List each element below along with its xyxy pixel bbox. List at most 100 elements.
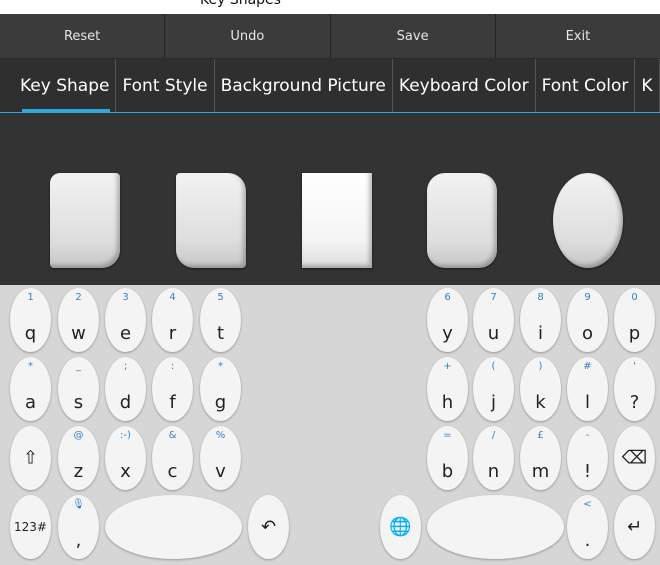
key-shape-preview-area — [0, 113, 660, 285]
exit-button[interactable]: Exit — [496, 14, 660, 58]
key-label: j — [490, 392, 496, 413]
key-q[interactable]: 1q — [10, 288, 51, 352]
tabs-bar: Key Shape Font Style Background Picture … — [0, 59, 660, 113]
key-label: ⌫ — [621, 447, 648, 469]
key-label: h — [441, 392, 454, 413]
key-hint: 5 — [217, 292, 224, 303]
tab-font-color[interactable]: Font Color — [536, 59, 636, 112]
key-z[interactable]: @ z — [58, 426, 99, 490]
key-h[interactable]: + h — [427, 357, 468, 421]
space-bar-left[interactable] — [105, 495, 242, 559]
key-label: ⇧ — [22, 447, 39, 469]
mic-icon: 🎙 — [72, 499, 85, 510]
key-b[interactable]: = b — [427, 426, 468, 490]
key-label: p — [628, 323, 641, 344]
undo-button[interactable]: Undo — [165, 14, 331, 58]
key-v[interactable]: % v — [200, 426, 241, 490]
key-⌫[interactable]: ⌫ — [614, 426, 655, 490]
globe-icon[interactable]: 🌐 — [380, 495, 421, 559]
key-hint: + — [443, 361, 452, 372]
key-shape-option-3[interactable] — [302, 173, 372, 268]
key-label: k — [535, 392, 546, 413]
key-comma[interactable]: 🎙, — [58, 495, 99, 559]
keyboard-preview: 1 q 2 w 3 e 4 r 5 t 6 y 7 u 8 i 9 o 0 p * a _ s; d: f * g + h(j) k # l '?… — [0, 285, 660, 565]
tab-font-style[interactable]: Font Style — [116, 59, 215, 112]
tab-background-picture[interactable]: Background Picture — [215, 59, 393, 112]
key-a[interactable]: * a — [10, 357, 51, 421]
key-l[interactable]: # l — [567, 357, 608, 421]
key-hint: ; — [123, 361, 128, 372]
key-c[interactable]: & c — [152, 426, 193, 490]
key-g[interactable]: * g — [200, 357, 241, 421]
key-e[interactable]: 3e — [105, 288, 146, 352]
key-p[interactable]: 0p — [614, 288, 655, 352]
key-hint: = — [443, 430, 452, 441]
space-bar-right[interactable] — [427, 495, 564, 559]
key-hint: ( — [491, 361, 496, 372]
key-hint: ) — [538, 361, 543, 372]
key-label: e — [119, 323, 132, 344]
key-label: i — [537, 323, 543, 344]
key-n[interactable]: / n — [473, 426, 514, 490]
key-label: y — [442, 323, 453, 344]
key-w[interactable]: 2w — [58, 288, 99, 352]
key-label: q — [24, 323, 37, 344]
key-label: ! — [583, 461, 592, 482]
key-![interactable]: -! — [567, 426, 608, 490]
key-j[interactable]: (j — [473, 357, 514, 421]
key-shape-option-4[interactable] — [427, 173, 497, 268]
key-⇧[interactable]: ⇧ — [10, 426, 51, 490]
key-f[interactable]: :f — [152, 357, 193, 421]
key-label: o — [581, 323, 593, 344]
key-label: a — [24, 392, 37, 413]
key-label: 🌐 — [389, 516, 412, 538]
key-hint: 4 — [169, 292, 176, 303]
tab-key-shape[interactable]: Key Shape — [0, 59, 117, 112]
key-label: g — [214, 392, 227, 413]
key-hint: 7 — [490, 292, 497, 303]
key-shape-option-2[interactable] — [176, 173, 246, 268]
key-period[interactable]: <. — [567, 495, 608, 559]
key-i[interactable]: 8i — [520, 288, 561, 352]
key-label: ? — [629, 392, 640, 413]
key-x[interactable]: :-) x — [105, 426, 146, 490]
key-label: r — [168, 323, 177, 344]
key-label: x — [120, 461, 131, 482]
title-fragment: Key Shapes — [0, 0, 660, 14]
key-shape-option-5[interactable] — [553, 173, 623, 268]
key-k[interactable]: ) k — [520, 357, 561, 421]
tab-keyboard-color[interactable]: Keyboard Color — [393, 59, 536, 112]
key-hint: 9 — [584, 292, 591, 303]
key-hint: - — [585, 430, 590, 441]
key-t[interactable]: 5t — [200, 288, 241, 352]
key-o[interactable]: 9o — [567, 288, 608, 352]
key-label: b — [441, 461, 454, 482]
save-button[interactable]: Save — [331, 14, 496, 58]
key-label: ↶ — [260, 516, 277, 538]
key-123[interactable]: 123# — [10, 495, 51, 559]
key-u[interactable]: 7u — [473, 288, 514, 352]
key-label: v — [215, 461, 226, 482]
key-label: c — [167, 461, 178, 482]
key-hint: @ — [73, 430, 84, 441]
key-y[interactable]: 6y — [427, 288, 468, 352]
key-shape-option-1[interactable] — [50, 173, 120, 268]
tab-partial[interactable]: K — [635, 59, 660, 112]
key-label: l — [584, 392, 590, 413]
key-hint: 8 — [537, 292, 544, 303]
key-label: , — [75, 530, 82, 551]
key-hint: < — [583, 499, 592, 510]
key-?[interactable]: '? — [614, 357, 655, 421]
undo-icon[interactable]: ↶ — [248, 495, 289, 559]
key-m[interactable]: £ m — [520, 426, 561, 490]
key-label: 123# — [14, 520, 47, 534]
key-hint: 3 — [122, 292, 129, 303]
key-d[interactable]: ; d — [105, 357, 146, 421]
key-hint: _ — [76, 361, 81, 372]
key-label: w — [71, 323, 86, 344]
key-r[interactable]: 4r — [152, 288, 193, 352]
key-label: m — [531, 461, 550, 482]
key-s[interactable]: _ s — [58, 357, 99, 421]
enter-icon[interactable]: ↵ — [614, 495, 655, 559]
reset-button[interactable]: Reset — [0, 14, 166, 58]
